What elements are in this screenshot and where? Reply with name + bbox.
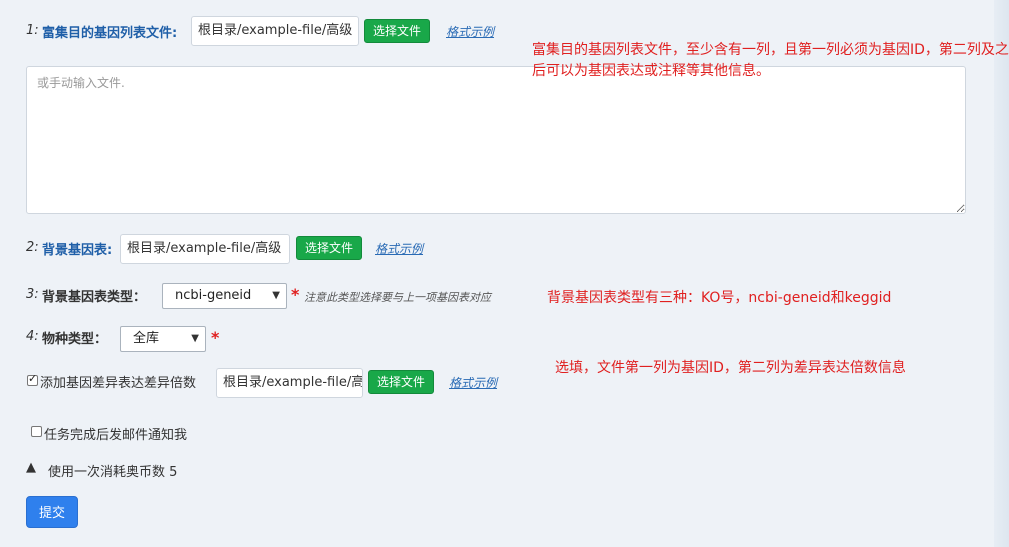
step4-label: 物种类型：: [42, 332, 108, 347]
diff-fold-format-example-link[interactable]: 格式示例: [449, 374, 497, 391]
step3-label: 背景基因表类型：: [42, 290, 147, 305]
step1-label: 富集目的基因列表文件:: [42, 26, 178, 41]
diff-fold-choose-file-button[interactable]: 选择文件: [368, 370, 434, 394]
species-type-selected: 全库: [133, 331, 160, 346]
email-notify-checkbox[interactable]: [31, 426, 42, 437]
background-type-select[interactable]: ncbi-geneid ▼: [162, 283, 287, 309]
email-notify-label: 任务完成后发邮件通知我: [44, 428, 188, 443]
step3-hint: 背景基因表类型有三种：KO号，ncbi-geneid和keggid: [547, 290, 892, 306]
submit-button[interactable]: 提交: [26, 496, 78, 528]
step3-number: 3:: [26, 287, 39, 302]
cost-text: 使用一次消耗奥币数 5: [48, 465, 178, 480]
step1-path-input[interactable]: 根目录/example-file/高级: [191, 16, 359, 46]
gene-list-textarea[interactable]: [26, 66, 966, 214]
step2-path-input[interactable]: 根目录/example-file/高级: [120, 234, 290, 264]
step4-number: 4:: [26, 329, 39, 344]
warning-icon: ▲: [26, 460, 36, 475]
step3-note: 注意此类型选择要与上一项基因表对应: [304, 291, 491, 304]
diff-fold-path-input[interactable]: 根目录/example-file/高级: [216, 368, 363, 398]
step2-label: 背景基因表:: [42, 243, 113, 258]
step1-number: 1:: [26, 23, 39, 38]
background-type-selected: ncbi-geneid: [175, 288, 252, 303]
species-type-select[interactable]: 全库 ▼: [120, 326, 206, 352]
step3-required-mark: *: [291, 285, 300, 304]
step1-format-example-link[interactable]: 格式示例: [446, 23, 494, 40]
chevron-down-icon: ▼: [272, 290, 280, 301]
diff-fold-checkbox[interactable]: [27, 372, 38, 386]
diff-fold-hint: 选填，文件第一列为基因ID，第二列为差异表达倍数信息: [555, 360, 906, 376]
step2-choose-file-button[interactable]: 选择文件: [296, 236, 362, 260]
chevron-down-icon: ▼: [191, 333, 199, 344]
scrollbar-track[interactable]: [994, 0, 1009, 547]
step4-required-mark: *: [211, 328, 220, 347]
diff-fold-label: 添加基因差异表达差异倍数: [40, 376, 197, 391]
step2-number: 2:: [26, 240, 39, 255]
step1-hint: 富集目的基因列表文件，至少含有一列，且第一列必须为基因ID，第二列及之后可以为基…: [532, 42, 1009, 79]
step1-choose-file-button[interactable]: 选择文件: [364, 19, 430, 43]
step2-format-example-link[interactable]: 格式示例: [375, 240, 423, 257]
